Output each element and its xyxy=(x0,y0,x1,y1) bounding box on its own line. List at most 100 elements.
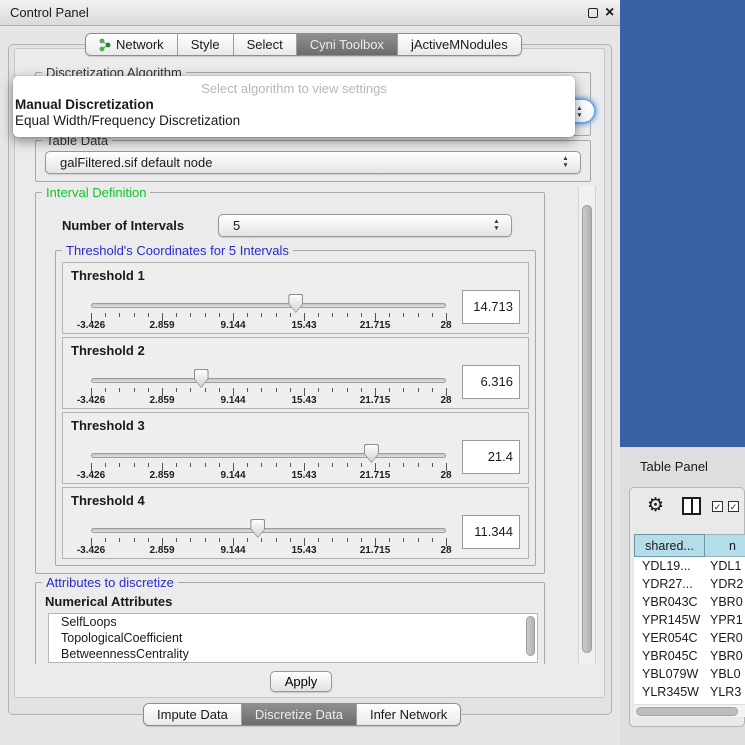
slider-tick-label: 15.43 xyxy=(291,470,316,481)
slider-tick-label: 2.859 xyxy=(149,545,174,556)
attribute-list-item[interactable]: BetweennessCentrality xyxy=(49,646,537,662)
slider-tick xyxy=(190,388,191,392)
slider-tick xyxy=(361,313,362,317)
slider-tick-label: -3.426 xyxy=(77,470,105,481)
slider-track[interactable] xyxy=(91,453,446,458)
table-cell[interactable]: YDL19... xyxy=(642,557,706,575)
threshold-box-3: Threshold 3-3.4262.8599.14415.4321.71528… xyxy=(62,412,529,484)
tab-infer-network[interactable]: Infer Network xyxy=(357,704,460,725)
tab-cyni-toolbox[interactable]: Cyni Toolbox xyxy=(297,34,398,55)
column-header-name[interactable]: n xyxy=(705,534,745,557)
slider-tick xyxy=(347,463,348,467)
slider-handle[interactable] xyxy=(288,294,303,313)
table-cell[interactable]: YBR043C xyxy=(642,593,706,611)
table-cell[interactable]: YLR345W xyxy=(642,683,706,701)
table-cell[interactable]: YBL0 xyxy=(710,665,745,683)
slider-tick xyxy=(176,538,177,542)
checkbox-icon[interactable]: ✓ xyxy=(712,501,723,512)
table-hscrollbar-thumb[interactable] xyxy=(636,707,738,716)
slider-tick-label: 9.144 xyxy=(220,320,245,331)
slider-track[interactable] xyxy=(91,303,446,308)
table-data-value: galFiltered.sif default node xyxy=(60,155,212,170)
apply-button[interactable]: Apply xyxy=(270,671,332,692)
tab-select[interactable]: Select xyxy=(234,34,297,55)
threshold-value-field[interactable]: 14.713 xyxy=(462,290,520,324)
table-cell[interactable]: YBR045C xyxy=(642,647,706,665)
slider-tick xyxy=(332,463,333,467)
table-cell[interactable]: YPR145W xyxy=(642,611,706,629)
number-of-intervals-combobox[interactable]: 5 ▲▼ xyxy=(218,214,512,237)
slider-tick-label: 9.144 xyxy=(220,545,245,556)
panel-title: Control Panel xyxy=(10,0,89,26)
tab-label: Style xyxy=(191,37,220,52)
threshold-label: Threshold 2 xyxy=(71,343,145,358)
table-cell[interactable]: YLR3 xyxy=(710,683,745,701)
node-table[interactable]: shared...nYDL19...YDL1YDR27...YDR2YBR043… xyxy=(634,534,745,716)
dropdown-item-equal-width[interactable]: Equal Width/Frequency Discretization xyxy=(13,112,575,128)
slider-tick xyxy=(247,388,248,392)
dropdown-item-manual[interactable]: Manual Discretization xyxy=(13,96,575,112)
table-cell[interactable]: YDR2 xyxy=(710,575,745,593)
table-panel: Table Panel ⚙ ✓ ✓ shared...nYDL19...YDL1… xyxy=(620,447,745,745)
slider-tick xyxy=(261,388,262,392)
tab-discretize-data[interactable]: Discretize Data xyxy=(242,704,357,725)
slider-tick xyxy=(389,313,390,317)
table-cell[interactable]: YBR0 xyxy=(710,647,745,665)
network-icon xyxy=(99,38,111,52)
table-cell[interactable]: YBR0 xyxy=(710,593,745,611)
table-cell[interactable]: YDL1 xyxy=(710,557,745,575)
slider-tick xyxy=(119,313,120,317)
tab-impute-data[interactable]: Impute Data xyxy=(144,704,242,725)
slider-tick xyxy=(276,313,277,317)
close-icon[interactable]: × xyxy=(605,0,614,26)
table-panel-body: ⚙ ✓ ✓ shared...nYDL19...YDL1YDR27...YDR2… xyxy=(629,487,745,727)
threshold-value-field[interactable]: 6.316 xyxy=(462,365,520,399)
combo-arrows-icon: ▲▼ xyxy=(492,218,501,232)
threshold-box-1: Threshold 1-3.4262.8599.14415.4321.71528… xyxy=(62,262,529,334)
slider-handle[interactable] xyxy=(194,369,209,388)
slider-tick xyxy=(347,388,348,392)
slider-tick-label: 28 xyxy=(440,320,451,331)
list-scrollbar-thumb[interactable] xyxy=(526,616,535,656)
attribute-list-item[interactable]: SelfLoops xyxy=(49,614,537,630)
numerical-attributes-label: Numerical Attributes xyxy=(45,594,172,609)
slider-tick-label: 15.43 xyxy=(291,545,316,556)
table-cell[interactable]: YDR27... xyxy=(642,575,706,593)
slider-tick xyxy=(176,463,177,467)
column-header-shared-name[interactable]: shared... xyxy=(634,534,705,557)
column-layout-icon[interactable] xyxy=(682,497,701,515)
table-cell[interactable]: YER054C xyxy=(642,629,706,647)
threshold-value-field[interactable]: 21.4 xyxy=(462,440,520,474)
table-cell[interactable]: YER0 xyxy=(710,629,745,647)
slider-tick xyxy=(247,313,248,317)
tab-jactivemnodules[interactable]: jActiveMNodules xyxy=(398,34,521,55)
slider-track[interactable] xyxy=(91,378,446,383)
slider-tick xyxy=(205,463,206,467)
slider-tick xyxy=(418,463,419,467)
slider-handle[interactable] xyxy=(364,444,379,463)
slider-tick xyxy=(148,538,149,542)
slider-handle[interactable] xyxy=(250,519,265,538)
gear-icon[interactable]: ⚙ xyxy=(647,495,664,517)
slider-tick xyxy=(276,463,277,467)
slider-tick xyxy=(290,538,291,542)
threshold-value-field[interactable]: 11.344 xyxy=(462,515,520,549)
table-cell[interactable]: YPR1 xyxy=(710,611,745,629)
bottom-tab-bar: Impute DataDiscretize DataInfer Network xyxy=(143,703,461,726)
attribute-list-item[interactable]: TopologicalCoefficient xyxy=(49,630,537,646)
float-window-icon[interactable] xyxy=(588,8,598,18)
numerical-attributes-list[interactable]: SelfLoopsTopologicalCoefficientBetweenne… xyxy=(48,613,538,663)
tab-label: Network xyxy=(116,37,164,52)
slider-tick xyxy=(261,538,262,542)
tab-network[interactable]: Network xyxy=(86,34,178,55)
slider-track[interactable] xyxy=(91,528,446,533)
slider-tick xyxy=(432,313,433,317)
slider-tick xyxy=(205,538,206,542)
table-hscrollbar-track[interactable] xyxy=(634,704,745,717)
slider-tick xyxy=(403,313,404,317)
checkbox-icon[interactable]: ✓ xyxy=(728,501,739,512)
table-data-combobox[interactable]: galFiltered.sif default node ▲▼ xyxy=(45,151,581,174)
number-of-intervals-label: Number of Intervals xyxy=(62,218,184,233)
table-cell[interactable]: YBL079W xyxy=(642,665,706,683)
tab-style[interactable]: Style xyxy=(178,34,234,55)
